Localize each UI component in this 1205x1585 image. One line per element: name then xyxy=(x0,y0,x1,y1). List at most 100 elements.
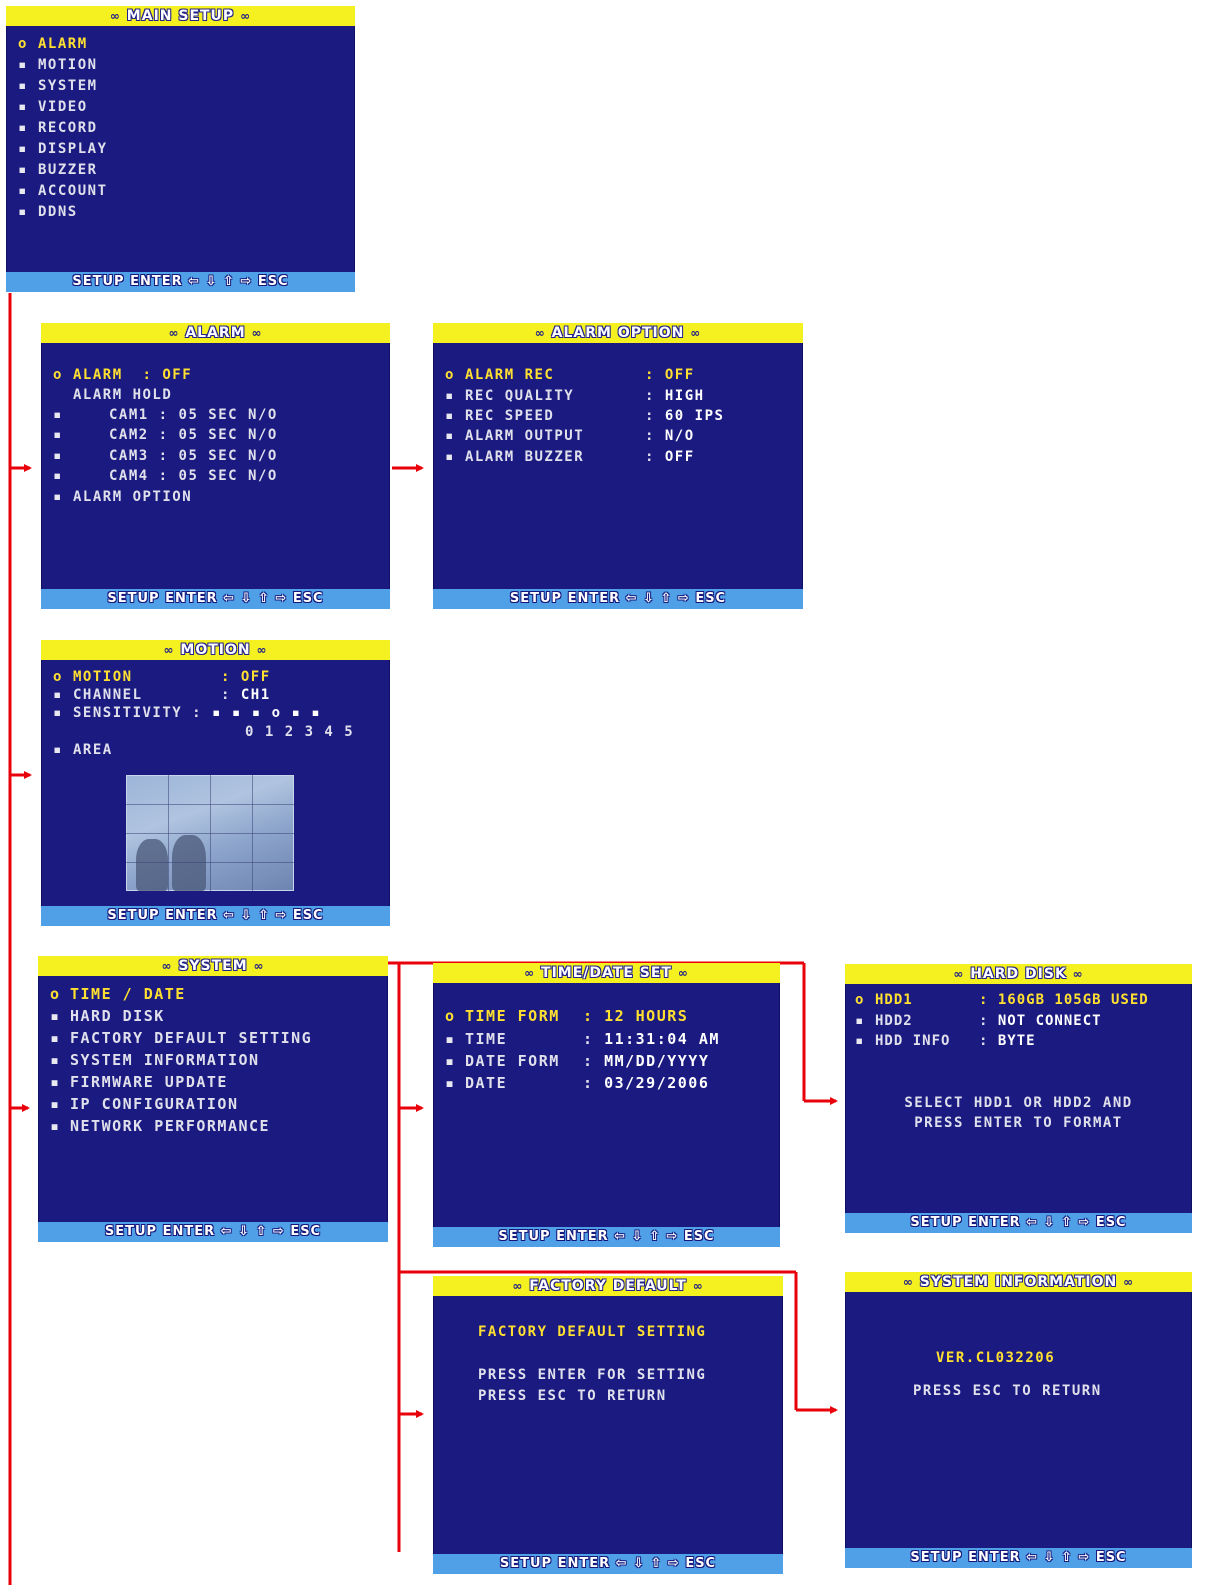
menu-item-display[interactable]: ▪ DISPLAY xyxy=(18,141,108,157)
system-information-screen: ∞ SYSTEM INFORMATION ∞ VER.CL032206 PRES… xyxy=(845,1272,1192,1568)
menu-item-buzzer[interactable]: ▪ BUZZER xyxy=(18,162,98,178)
area-label: AREA xyxy=(73,742,113,758)
item-marker-icon: ▪ xyxy=(445,1052,456,1070)
alarm-cam3-row[interactable]: ▪ CAM3 : 05 SEC N/O xyxy=(53,448,278,464)
option-value: OFF xyxy=(664,449,695,465)
system-item-system-information[interactable]: ▪ SYSTEM INFORMATION xyxy=(50,1051,260,1069)
menu-item-alarm[interactable]: o ALARM xyxy=(18,36,88,52)
time-date-title: TIME/DATE SET xyxy=(541,965,672,981)
hdd2-row[interactable]: ▪ HDD2: NOT CONNECT xyxy=(855,1013,1102,1029)
option-label: ALARM REC xyxy=(465,367,555,383)
alarm-toggle-row[interactable]: o ALARM : OFF xyxy=(53,367,192,383)
selected-marker-icon: o xyxy=(53,367,63,383)
cam-label: CAM2 : xyxy=(109,427,169,443)
cam-time: 05 SEC xyxy=(178,407,239,423)
menu-item-label: RECORD xyxy=(38,120,98,136)
time-form-row[interactable]: o TIME FORM: 12 HOURS xyxy=(445,1007,688,1025)
rec-speed-row[interactable]: ▪ REC SPEED: 60 IPS xyxy=(445,408,724,424)
menu-item-label: DISPLAY xyxy=(38,141,108,157)
cam-mode: N/O xyxy=(248,427,278,443)
menu-item-system[interactable]: ▪ SYSTEM xyxy=(18,78,98,94)
item-marker-icon: ▪ xyxy=(445,449,455,465)
item-marker-icon: ▪ xyxy=(855,1013,865,1029)
option-label: ALARM OUTPUT xyxy=(465,428,585,444)
system-footer: SETUP ENTER ⇦ ⇩ ⇧ ⇨ ESC xyxy=(38,1222,388,1242)
infinity-icon: ∞ xyxy=(953,967,965,981)
time-date-footer: SETUP ENTER ⇦ ⇩ ⇧ ⇨ ESC xyxy=(433,1227,780,1247)
infinity-icon: ∞ xyxy=(251,326,263,340)
area-item[interactable]: ▪ AREA xyxy=(53,742,113,758)
time-date-label: DATE xyxy=(465,1074,508,1092)
item-marker-icon: ▪ xyxy=(18,204,28,220)
alarm-title-bar: ∞ ALARM ∞ xyxy=(41,323,390,343)
menu-item-video[interactable]: ▪ VIDEO xyxy=(18,99,88,115)
alarm-buzzer-row[interactable]: ▪ ALARM BUZZER: OFF xyxy=(445,449,695,465)
motion-area-grid[interactable] xyxy=(126,775,294,891)
channel-row[interactable]: ▪ CHANNEL: CH1 xyxy=(53,687,271,703)
time-date-value: MM/DD/YYYY xyxy=(604,1052,710,1070)
alarm-output-row[interactable]: ▪ ALARM OUTPUT: N/O xyxy=(445,428,695,444)
menu-item-record[interactable]: ▪ RECORD xyxy=(18,120,98,136)
sensitivity-row[interactable]: ▪ SENSITIVITY : ▪ ▪ ▪ o ▪ ▪ xyxy=(53,705,321,721)
infinity-icon: ∞ xyxy=(256,643,268,657)
system-item-network-performance[interactable]: ▪ NETWORK PERFORMANCE xyxy=(50,1117,270,1135)
system-title: SYSTEM xyxy=(178,958,248,974)
alarm-hold-label: ALARM HOLD xyxy=(73,387,173,403)
selected-marker-icon: o xyxy=(50,985,61,1003)
factory-default-enter-line: PRESS ENTER FOR SETTING xyxy=(478,1367,707,1383)
infinity-icon: ∞ xyxy=(690,326,702,340)
menu-item-ddns[interactable]: ▪ DDNS xyxy=(18,204,78,220)
factory-default-title: FACTORY DEFAULT xyxy=(529,1278,687,1294)
system-item-hard-disk[interactable]: ▪ HARD DISK xyxy=(50,1007,165,1025)
date-row[interactable]: ▪ DATE: 03/29/2006 xyxy=(445,1074,709,1092)
system-item-label: NETWORK PERFORMANCE xyxy=(70,1117,271,1135)
menu-item-label: DDNS xyxy=(38,204,78,220)
system-screen: ∞ SYSTEM ∞ o TIME / DATE ▪ HARD DISK ▪ FACT… xyxy=(38,956,388,1242)
time-date-value: 12 HOURS xyxy=(604,1007,689,1025)
date-form-row[interactable]: ▪ DATE FORM: MM/DD/YYYY xyxy=(445,1052,709,1070)
motion-toggle-row[interactable]: o MOTION: OFF xyxy=(53,669,271,685)
system-item-firmware-update[interactable]: ▪ FIRMWARE UPDATE xyxy=(50,1073,228,1091)
system-item-label: IP CONFIGURATION xyxy=(70,1095,239,1113)
item-marker-icon: ▪ xyxy=(50,1029,61,1047)
system-item-time-date[interactable]: o TIME / DATE xyxy=(50,985,186,1003)
cam-label: CAM1 : xyxy=(109,407,169,423)
system-information-title: SYSTEM INFORMATION xyxy=(919,1274,1118,1290)
infinity-icon: ∞ xyxy=(534,326,546,340)
alarm-rec-row[interactable]: o ALARM REC: OFF xyxy=(445,367,695,383)
cam-label: CAM3 : xyxy=(109,448,169,464)
time-row[interactable]: ▪ TIME: 11:31:04 AM xyxy=(445,1030,720,1048)
time-date-label: DATE FORM xyxy=(465,1052,560,1070)
hdd1-row[interactable]: o HDD1: 160GB 105GB USED xyxy=(855,992,1149,1008)
item-marker-icon: ▪ xyxy=(18,141,28,157)
infinity-icon: ∞ xyxy=(253,959,265,973)
alarm-value: OFF xyxy=(162,367,193,383)
infinity-icon: ∞ xyxy=(677,966,689,980)
hdd-label: HDD1 xyxy=(875,992,913,1008)
hdd-info-row[interactable]: ▪ HDD INFO: BYTE xyxy=(855,1033,1036,1049)
hard-disk-title-bar: ∞ HARD DISK ∞ xyxy=(845,964,1192,984)
system-item-factory-default[interactable]: ▪ FACTORY DEFAULT SETTING xyxy=(50,1029,312,1047)
rec-quality-row[interactable]: ▪ REC QUALITY: HIGH xyxy=(445,388,705,404)
alarm-cam2-row[interactable]: ▪ CAM2 : 05 SEC N/O xyxy=(53,427,278,443)
item-marker-icon: ▪ xyxy=(445,1030,456,1048)
menu-item-label: VIDEO xyxy=(38,99,88,115)
motion-title-bar: ∞ MOTION ∞ xyxy=(41,640,390,660)
system-information-title-bar: ∞ SYSTEM INFORMATION ∞ xyxy=(845,1272,1192,1292)
alarm-option-item[interactable]: ▪ ALARM OPTION xyxy=(53,489,192,505)
cam-time: 05 SEC xyxy=(178,427,239,443)
menu-item-account[interactable]: ▪ ACCOUNT xyxy=(18,183,108,199)
system-item-ip-configuration[interactable]: ▪ IP CONFIGURATION xyxy=(50,1095,239,1113)
item-marker-icon: ▪ xyxy=(18,183,28,199)
main-setup-footer: SETUP ENTER ⇦ ⇩ ⇧ ⇨ ESC xyxy=(6,272,355,292)
firmware-version: VER.CL032206 xyxy=(936,1350,1056,1366)
item-marker-icon: ▪ xyxy=(18,120,28,136)
menu-item-label: SYSTEM xyxy=(38,78,98,94)
item-marker-icon: ▪ xyxy=(53,427,63,443)
alarm-cam4-row[interactable]: ▪ CAM4 : 05 SEC N/O xyxy=(53,468,278,484)
cam-time: 05 SEC xyxy=(178,448,239,464)
menu-item-motion[interactable]: ▪ MOTION xyxy=(18,57,98,73)
alarm-cam1-row[interactable]: ▪ CAM1 : 05 SEC N/O xyxy=(53,407,278,423)
motion-value: OFF xyxy=(240,669,271,685)
item-marker-icon: ▪ xyxy=(50,1095,61,1113)
